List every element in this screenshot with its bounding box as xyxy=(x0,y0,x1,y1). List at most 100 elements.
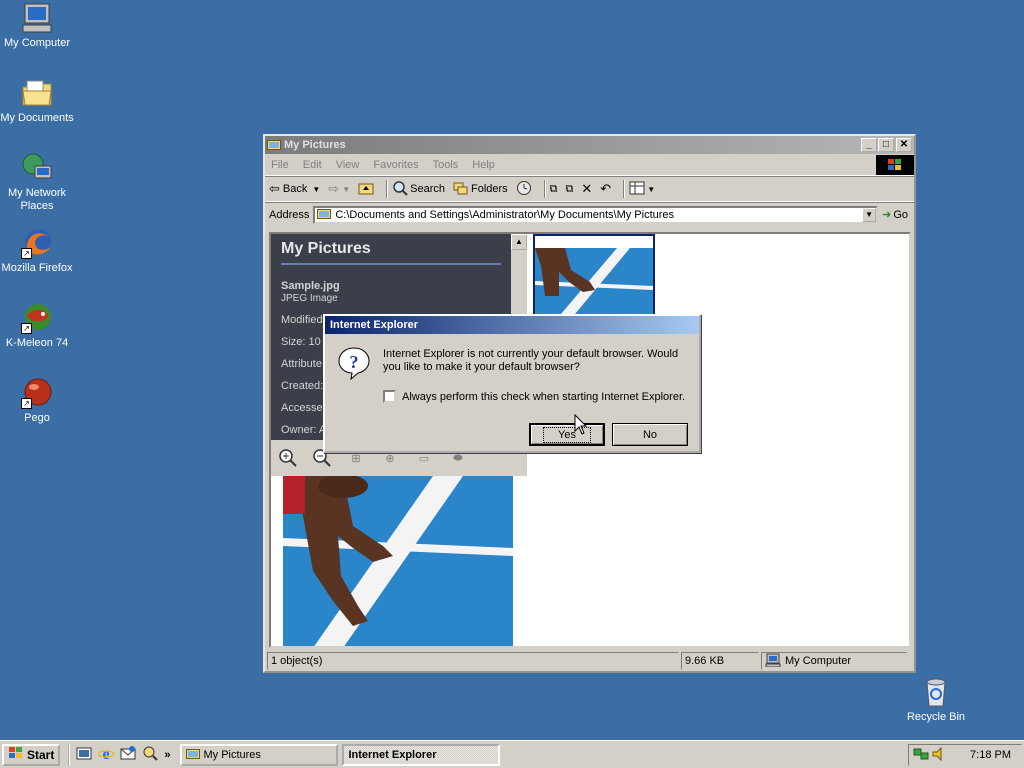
back-label: Back xyxy=(282,183,308,195)
copy-to-button[interactable]: ⧉ xyxy=(566,183,574,196)
undo-button[interactable]: ↶ xyxy=(600,181,611,197)
windows-logo-icon xyxy=(876,155,914,175)
forward-button[interactable]: ⇨ ▼ xyxy=(328,181,350,197)
desktop-icon-recycle-bin[interactable]: Recycle Bin xyxy=(899,676,973,724)
status-object-count: 1 object(s) xyxy=(267,652,679,670)
firefox-icon: ↗ xyxy=(21,227,53,259)
zoom-in-icon xyxy=(279,449,297,467)
pego-icon: ↗ xyxy=(21,377,53,409)
toolbar-separator xyxy=(386,180,389,198)
status-size: 9.66 KB xyxy=(681,652,759,670)
taskbar: Start e » My Pictures Internet Explorer … xyxy=(0,740,1024,768)
zoom-in-button[interactable] xyxy=(275,445,301,471)
always-check-checkbox[interactable] xyxy=(383,390,396,403)
toolbar-separator xyxy=(623,180,626,198)
always-check-option[interactable]: Always perform this check when starting … xyxy=(383,390,685,403)
copy-to-icon: ⧉ xyxy=(565,182,574,195)
address-bar: Address C:\Documents and Settings\Admini… xyxy=(265,202,914,226)
start-label: Start xyxy=(27,747,55,762)
k-meleon-icon: ↗ xyxy=(21,302,53,334)
menu-help[interactable]: Help xyxy=(472,159,495,171)
task-internet-explorer[interactable]: Internet Explorer xyxy=(342,743,501,766)
scroll-up-icon[interactable]: ▲ xyxy=(511,234,527,250)
desktop-icon-label: My Computer xyxy=(3,37,71,49)
desktop-icon-label: Recycle Bin xyxy=(906,711,966,723)
shortcut-arrow-icon: ↗ xyxy=(21,398,32,409)
no-button[interactable]: No xyxy=(612,423,688,446)
desktop-icon-pego[interactable]: ↗ Pego xyxy=(0,377,74,425)
explorer-titlebar[interactable]: My Pictures _ □ ✕ xyxy=(265,136,914,154)
internet-explorer-icon[interactable]: e xyxy=(97,745,115,764)
task-my-pictures[interactable]: My Pictures xyxy=(180,743,339,766)
menu-edit[interactable]: Edit xyxy=(303,159,322,171)
move-to-button[interactable]: ⧉ xyxy=(550,183,558,196)
search-label: Search xyxy=(410,183,445,195)
folders-button[interactable]: Folders xyxy=(453,181,508,198)
search-icon xyxy=(392,180,408,199)
folder-icon xyxy=(186,747,201,762)
desktop-icon-k-meleon[interactable]: ↗ K-Meleon 74 xyxy=(0,302,74,350)
status-bar: 1 object(s) 9.66 KB My Computer xyxy=(267,652,913,672)
delete-button[interactable]: ✕ xyxy=(581,181,592,197)
desktop-icon-label: My Network Places xyxy=(7,187,67,212)
network-places-icon xyxy=(21,152,53,184)
task-label: Internet Explorer xyxy=(348,748,437,761)
menu-favorites[interactable]: Favorites xyxy=(373,159,418,171)
back-button[interactable]: ⇦ Back ▼ xyxy=(269,181,320,197)
search-button[interactable]: Search xyxy=(392,180,445,199)
network-tray-icon[interactable] xyxy=(913,747,929,764)
desktop-icon-my-computer[interactable]: My Computer xyxy=(0,2,74,50)
toolbar-separator xyxy=(543,180,546,198)
chevron-right-icon[interactable]: » xyxy=(164,749,170,761)
desktop-icon-network-places[interactable]: My Network Places xyxy=(0,152,74,213)
chevron-down-icon: ▼ xyxy=(312,184,321,194)
show-desktop-icon[interactable] xyxy=(76,745,92,764)
go-label: Go xyxy=(893,208,908,221)
no-label: No xyxy=(642,428,658,441)
menu-tools[interactable]: Tools xyxy=(433,159,459,171)
address-dropdown-button[interactable]: ▼ xyxy=(862,207,877,222)
chevron-down-icon: ▼ xyxy=(342,184,351,194)
undo-icon: ↶ xyxy=(600,181,612,196)
system-tray: 7:18 PM xyxy=(908,744,1022,766)
dialog-title: Internet Explorer xyxy=(330,319,419,331)
go-button[interactable]: ➜ Go xyxy=(882,208,908,222)
panel-heading: My Pictures xyxy=(281,240,501,265)
close-button[interactable]: ✕ xyxy=(896,138,912,152)
minimize-button[interactable]: _ xyxy=(861,138,877,152)
maximize-button[interactable]: □ xyxy=(878,138,894,152)
start-button[interactable]: Start xyxy=(2,743,61,766)
views-button[interactable]: ▼ xyxy=(629,181,655,198)
move-to-icon: ⧉ xyxy=(549,182,558,195)
always-check-label: Always perform this check when starting … xyxy=(402,390,686,403)
history-button[interactable] xyxy=(516,180,532,199)
dialog-titlebar[interactable]: Internet Explorer xyxy=(325,316,699,334)
up-folder-icon xyxy=(358,181,374,198)
desktop-icon-label: Mozilla Firefox xyxy=(1,262,73,274)
mouse-cursor-icon xyxy=(574,413,588,439)
desktop-icon-my-documents[interactable]: My Documents xyxy=(0,77,74,125)
chevron-down-icon: ▼ xyxy=(647,184,656,194)
go-arrow-icon: ➜ xyxy=(882,209,892,221)
desktop-icon-firefox[interactable]: ↗ Mozilla Firefox xyxy=(0,227,74,275)
folders-icon xyxy=(453,181,469,198)
up-folder-button[interactable] xyxy=(358,181,374,198)
quick-launch: e » xyxy=(68,743,170,766)
outlook-express-icon[interactable] xyxy=(120,745,136,764)
volume-tray-icon[interactable] xyxy=(931,746,947,764)
thumbnail-sample-jpg[interactable] xyxy=(533,234,655,316)
menu-view[interactable]: View xyxy=(336,159,360,171)
folders-label: Folders xyxy=(470,183,508,195)
search-launch-icon[interactable] xyxy=(142,745,159,764)
address-input[interactable]: C:\Documents and Settings\Administrator\… xyxy=(313,205,879,224)
yes-button[interactable]: Yes xyxy=(529,423,605,446)
desktop-icon-label: Pego xyxy=(24,412,50,424)
folder-icon xyxy=(267,138,281,153)
default-browser-dialog: Internet Explorer ? Internet Explorer is… xyxy=(323,314,701,453)
clock[interactable]: 7:18 PM xyxy=(970,749,1011,761)
desktop-icon-label: K-Meleon 74 xyxy=(5,337,69,349)
standard-toolbar: ⇦ Back ▼ ⇨ ▼ Search Folders ⧉ ⧉ ✕ ↶ ▼ xyxy=(265,176,914,202)
my-computer-icon xyxy=(765,653,781,670)
address-value: C:\Documents and Settings\Administrator\… xyxy=(335,208,675,221)
menu-file[interactable]: File xyxy=(271,159,289,171)
